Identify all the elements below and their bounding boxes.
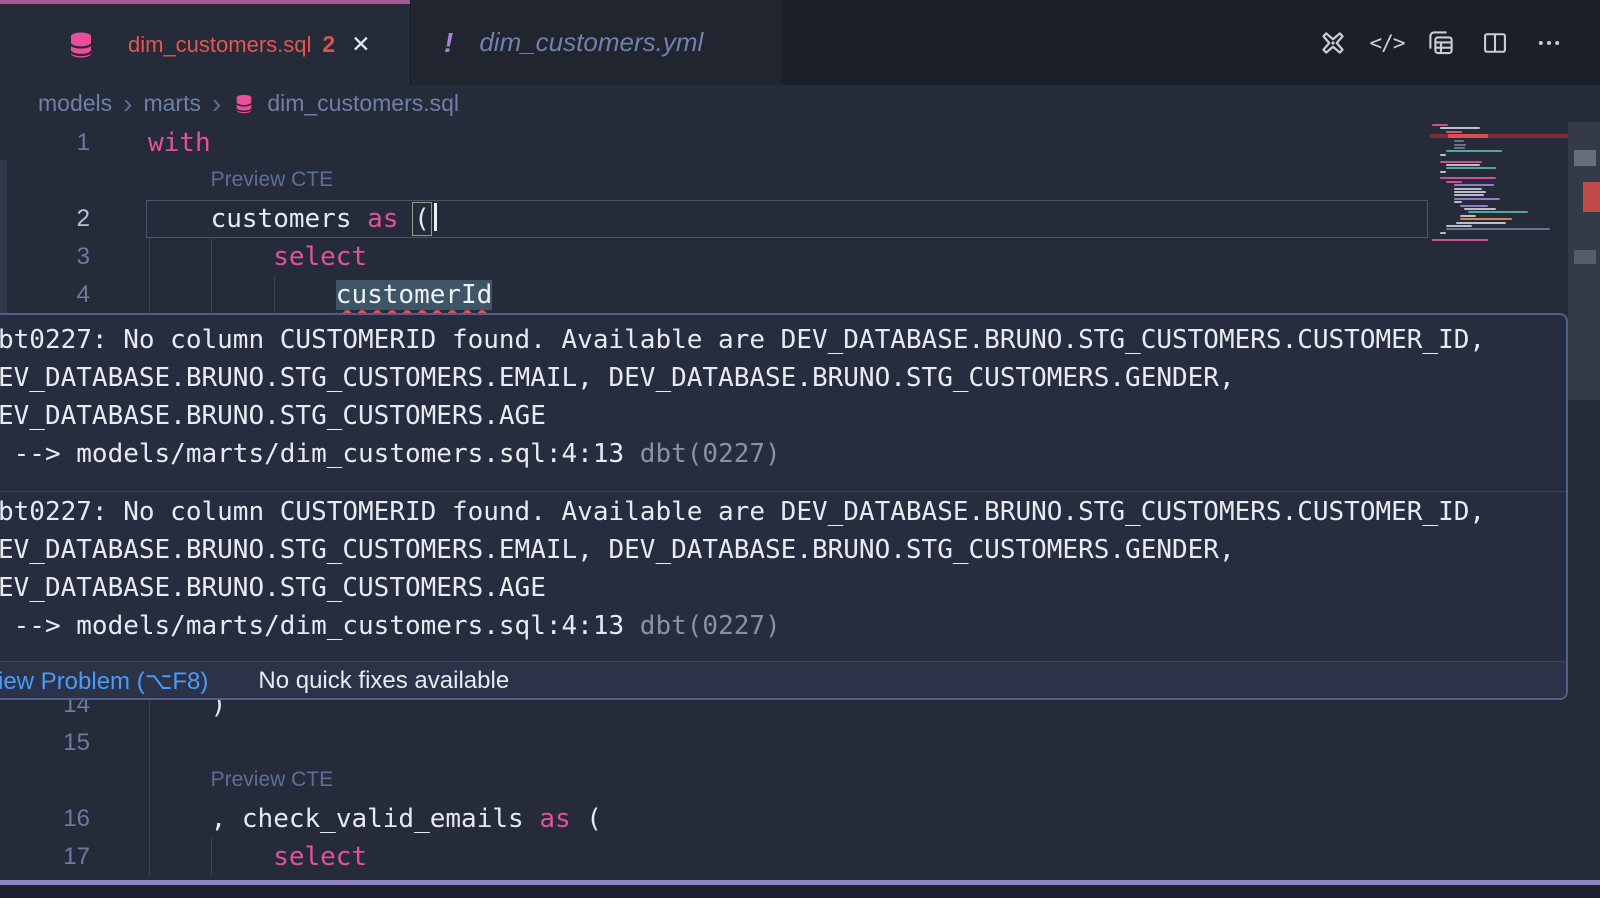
chevron-right-icon: › xyxy=(123,94,132,114)
breadcrumb-item-file[interactable]: dim_customers.sql xyxy=(267,90,459,117)
breadcrumb-item-models[interactable]: models xyxy=(38,90,112,117)
code-line[interactable]: 1with xyxy=(0,124,1600,162)
error-token: customerId xyxy=(336,280,493,310)
error-message-block: bt0227: No column CUSTOMERID found. Avai… xyxy=(0,491,1566,661)
line-number: 16 xyxy=(0,800,148,838)
split-editor-icon[interactable] xyxy=(1480,28,1510,58)
code-text: with xyxy=(148,124,211,162)
breadcrumb-item-marts[interactable]: marts xyxy=(143,90,201,117)
code-token: as xyxy=(539,804,570,834)
code-line[interactable]: 16, check_valid_emails as ( xyxy=(0,800,1600,838)
code-line[interactable]: 15 xyxy=(0,724,1600,762)
error-location: --> models/marts/dim_customers.sql:4:13 xyxy=(0,439,640,469)
code-area-bottom: 14)15Preview CTE16, check_valid_emails a… xyxy=(0,686,1600,876)
text-cursor xyxy=(434,203,437,231)
line-number xyxy=(0,762,148,800)
line-number: 3 xyxy=(0,238,148,276)
code-token: select xyxy=(273,242,367,272)
code-text: customerId xyxy=(148,276,492,314)
chevron-right-icon: › xyxy=(212,94,221,114)
editor: 1withPreview CTE2customers as (3select4c… xyxy=(0,122,1600,898)
error-count-badge: 2 xyxy=(322,31,335,58)
vscode-window: { "tabs": [ {"label": "dim_customers.sql… xyxy=(0,0,1600,898)
error-location: --> models/marts/dim_customers.sql:4:13 xyxy=(0,611,640,641)
line-number: 4 xyxy=(0,276,148,314)
tab-dim-customers-sql[interactable]: dim_customers.sql 2 ✕ xyxy=(0,0,410,85)
bottom-panel-edge xyxy=(0,885,1600,898)
codelens-link[interactable]: Preview CTE xyxy=(148,762,333,800)
database-icon xyxy=(66,30,96,60)
code-line[interactable]: 2customers as ( xyxy=(0,200,1600,238)
code-token: ( xyxy=(571,804,602,834)
view-problem-link[interactable]: iew Problem (⌥F8) xyxy=(0,667,208,696)
code-area-top: 1withPreview CTE2customers as (3select4c… xyxy=(0,122,1600,314)
code-token xyxy=(398,204,414,234)
code-icon[interactable]: </> xyxy=(1372,28,1402,58)
error-hover-body: bt0227: No column CUSTOMERID found. Avai… xyxy=(0,315,1566,661)
error-location-line: --> models/marts/dim_customers.sql:4:13 … xyxy=(0,607,1566,645)
database-icon xyxy=(232,92,256,116)
line-number xyxy=(0,162,148,200)
error-message-block: bt0227: No column CUSTOMERID found. Avai… xyxy=(0,315,1566,491)
codelens-row[interactable]: Preview CTE xyxy=(0,762,1600,800)
code-token: select xyxy=(273,842,367,872)
code-line[interactable]: 17 select xyxy=(0,838,1600,876)
code-text: , check_valid_emails as ( xyxy=(148,800,602,838)
code-token: , check_valid_emails xyxy=(211,804,540,834)
line-number: 1 xyxy=(0,124,148,162)
error-message-line: EV_DATABASE.BRUNO.STG_CUSTOMERS.EMAIL, D… xyxy=(0,359,1566,397)
error-message-line: EV_DATABASE.BRUNO.STG_CUSTOMERS.EMAIL, D… xyxy=(0,531,1566,569)
code-token: with xyxy=(148,128,211,158)
warning-indicator-icon: ! xyxy=(444,27,453,59)
dbt-icon[interactable] xyxy=(1318,28,1348,58)
code-line[interactable]: 3 select xyxy=(0,238,1600,276)
indent-guide xyxy=(149,724,150,762)
code-line[interactable]: 4 customerId xyxy=(0,276,1600,314)
line-number: 2 xyxy=(0,200,148,238)
tab-label: dim_customers.yml xyxy=(479,27,703,58)
more-actions-icon[interactable] xyxy=(1534,28,1564,58)
editor-actions: </> xyxy=(1318,0,1600,85)
code-token: customers xyxy=(211,204,368,234)
codelens-row[interactable]: Preview CTE xyxy=(0,162,1600,200)
query-results-icon[interactable] xyxy=(1426,28,1456,58)
error-location-line: --> models/marts/dim_customers.sql:4:13 … xyxy=(0,435,1566,473)
hover-status-bar: iew Problem (⌥F8) No quick fixes availab… xyxy=(0,661,1566,700)
code-text: select xyxy=(148,838,367,876)
codelens-link[interactable]: Preview CTE xyxy=(148,162,333,200)
line-number: 15 xyxy=(0,724,148,762)
tab-bar: dim_customers.sql 2 ✕ ! dim_customers.ym… xyxy=(0,0,1600,85)
breadcrumb: models › marts › dim_customers.sql xyxy=(0,85,1600,122)
error-message-line: EV_DATABASE.BRUNO.STG_CUSTOMERS.AGE xyxy=(0,397,1566,435)
code-text: customers as ( xyxy=(148,200,437,238)
error-code: dbt(0227) xyxy=(640,611,781,641)
error-message-line: EV_DATABASE.BRUNO.STG_CUSTOMERS.AGE xyxy=(0,569,1566,607)
line-number: 17 xyxy=(0,838,148,876)
close-tab-icon[interactable]: ✕ xyxy=(351,31,370,58)
error-hover-popup: bt0227: No column CUSTOMERID found. Avai… xyxy=(0,313,1568,700)
code-text: select xyxy=(148,238,367,276)
error-message-line: bt0227: No column CUSTOMERID found. Avai… xyxy=(0,321,1566,359)
error-message-line: bt0227: No column CUSTOMERID found. Avai… xyxy=(0,493,1566,531)
tab-label: dim_customers.sql xyxy=(128,32,311,58)
code-token: ( xyxy=(414,204,430,234)
error-code: dbt(0227) xyxy=(640,439,781,469)
code-token: as xyxy=(367,204,398,234)
no-quick-fixes-text: No quick fixes available xyxy=(258,667,509,695)
tab-dim-customers-yml[interactable]: ! dim_customers.yml xyxy=(410,0,782,85)
